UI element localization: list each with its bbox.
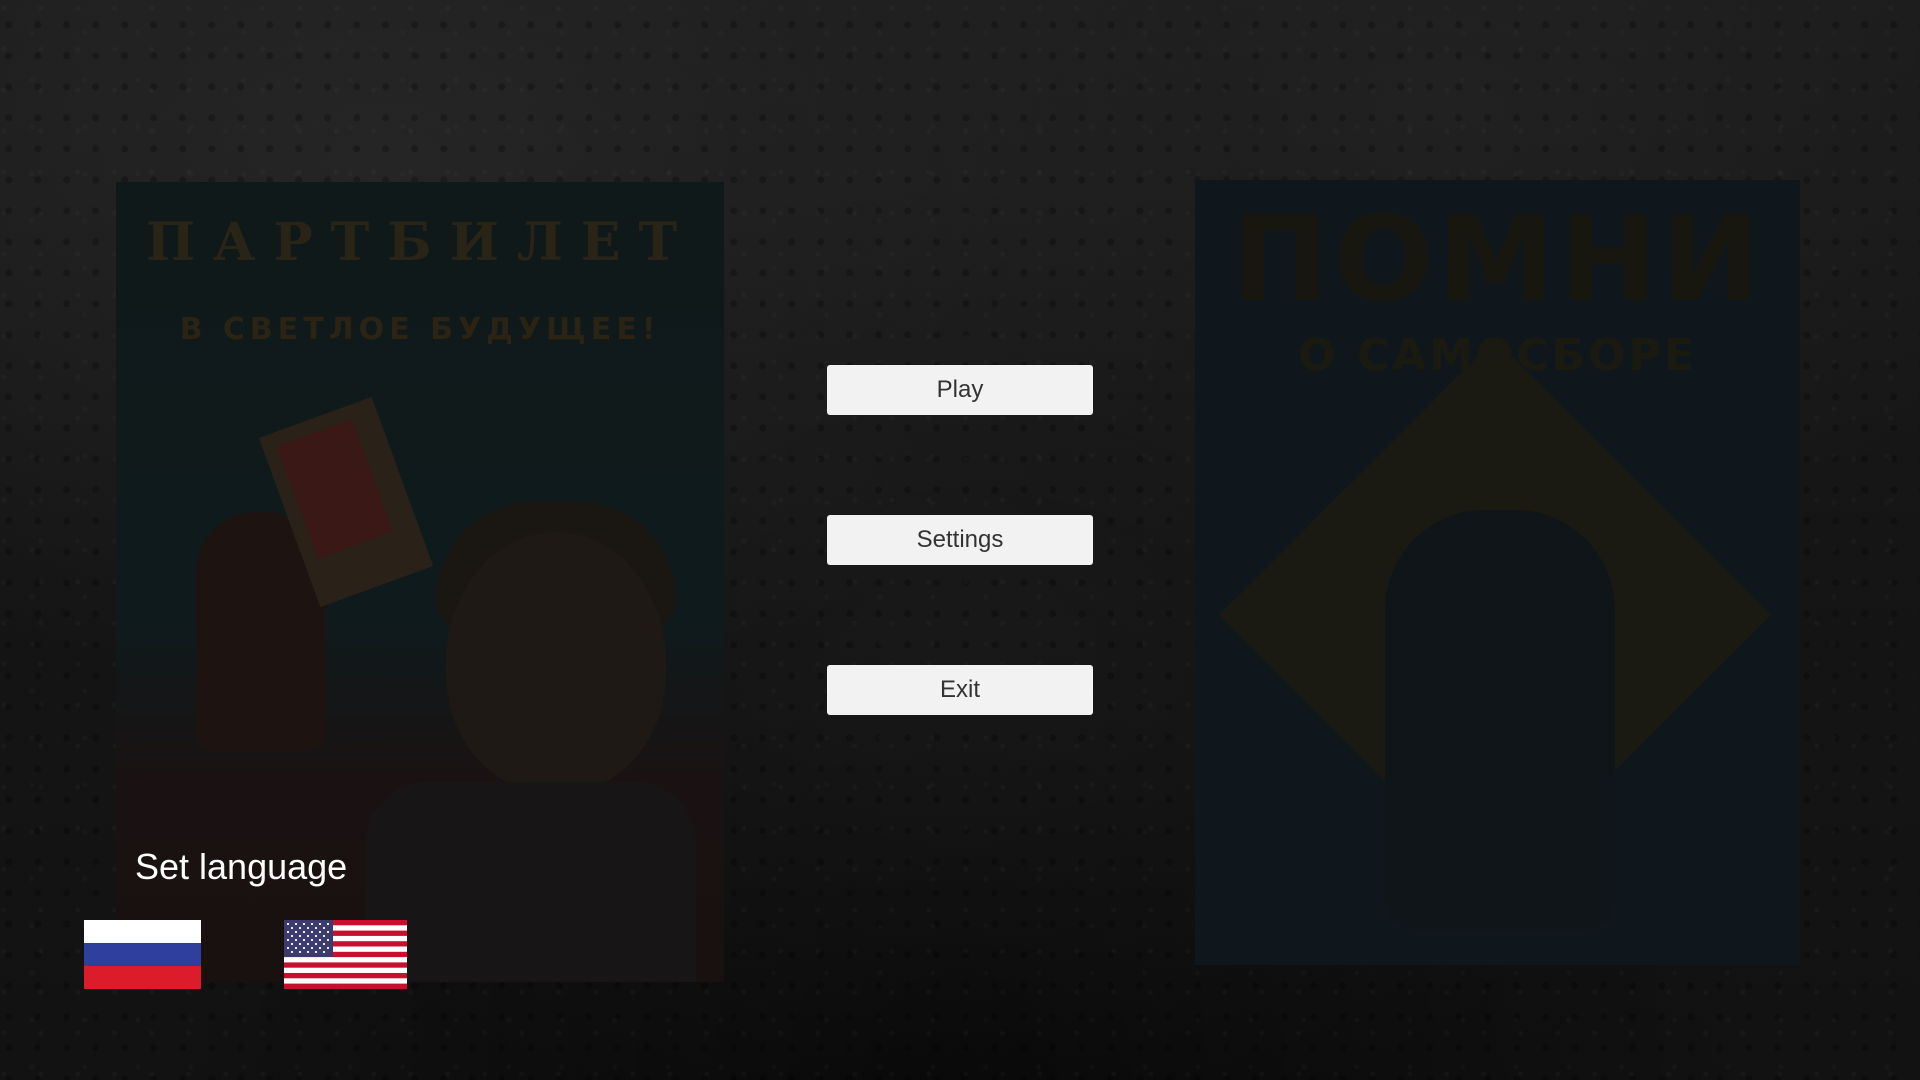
left-poster-headline: ПАРТБИЛЕТ xyxy=(146,212,696,273)
poster-figure-illustration xyxy=(1385,510,1615,930)
set-language-label: Set language xyxy=(135,846,348,887)
main-menu-screen: ПАРТБИЛЕТ В СВЕТЛОЕ БУДУЩЕЕ! ПОМНИ О САМ… xyxy=(0,0,1920,1080)
right-poster-headline: ПОМНИ xyxy=(1230,190,1765,328)
left-poster-tagline: В СВЕТЛОЕ БУДУЩЕЕ! xyxy=(179,312,661,347)
poster-face-illustration xyxy=(446,532,666,792)
play-button[interactable]: Play xyxy=(827,365,1093,415)
usa-flag-icon[interactable] xyxy=(284,920,407,989)
russia-flag-icon[interactable] xyxy=(84,920,201,989)
settings-button[interactable]: Settings xyxy=(827,515,1093,565)
right-propaganda-poster: ПОМНИ О САМОСБОРЕ xyxy=(1195,180,1800,965)
exit-button[interactable]: Exit xyxy=(827,665,1093,715)
poster-body-illustration xyxy=(366,782,696,982)
